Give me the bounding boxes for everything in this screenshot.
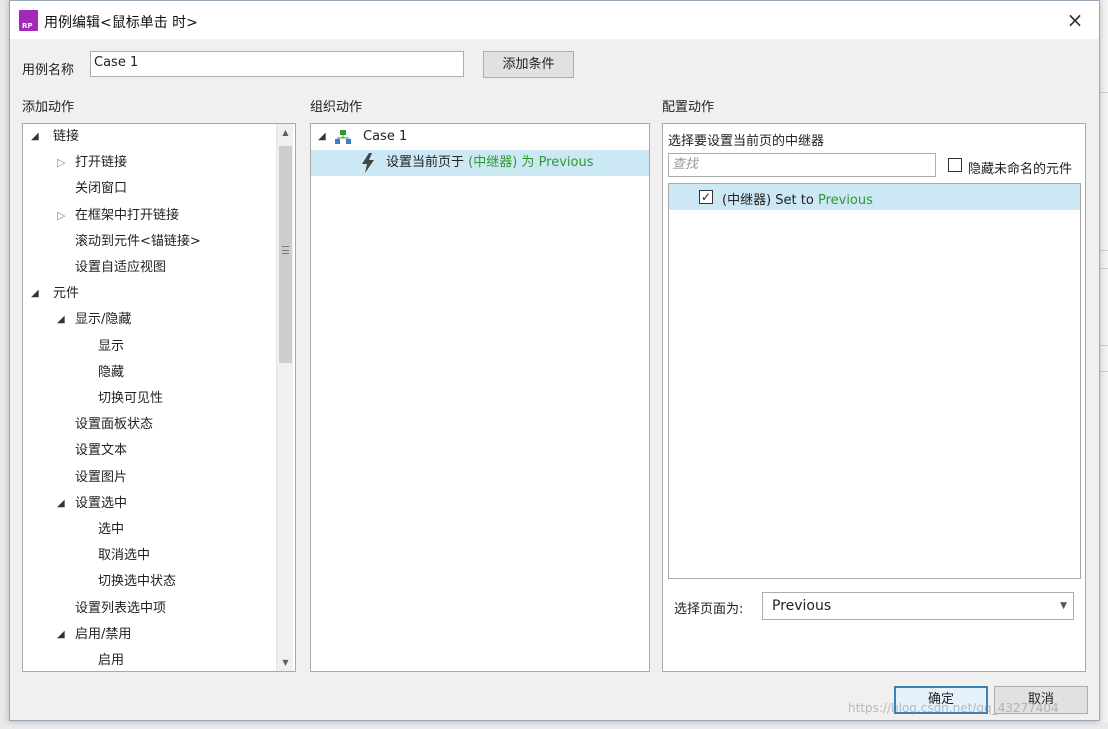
tree-item[interactable]: 启用 (23, 648, 276, 671)
select-page-label: 选择页面为: (674, 602, 744, 617)
repeater-row-value: Previous (817, 193, 873, 208)
scroll-up-arrow-icon[interactable]: ▲ (277, 124, 294, 141)
chevron-down-icon[interactable]: ▼ (1060, 593, 1067, 619)
tree-item-label: 隐藏 (98, 364, 125, 380)
tree-item[interactable]: 滚动到元件<锚链接> (23, 229, 276, 255)
organize-actions-tree[interactable]: ◢ Case 1 设置当前页于 (中继器) 为 Previous (310, 123, 650, 672)
repeater-row-text: (中继器) Set to Previous (722, 189, 873, 208)
check-icon[interactable]: ✓ (699, 190, 713, 204)
app-icon-text: RP (22, 22, 33, 30)
tree-item[interactable]: ◢ 启用/禁用 (23, 622, 276, 648)
expand-open-icon[interactable]: ◢ (57, 491, 65, 517)
case-label: Case 1 (363, 129, 408, 144)
expand-open-icon[interactable]: ◢ (57, 622, 65, 648)
tree-item[interactable]: 选中 (23, 517, 276, 543)
expand-open-icon[interactable]: ◢ (318, 124, 326, 150)
case-node[interactable]: ◢ Case 1 (311, 124, 649, 150)
tree-item[interactable]: 切换可见性 (23, 386, 276, 412)
tree-item[interactable]: 设置面板状态 (23, 412, 276, 438)
select-page-value: Previous (772, 598, 832, 614)
tree-item[interactable]: 切换选中状态 (23, 569, 276, 595)
expand-closed-icon[interactable]: ▷ (57, 203, 65, 229)
case-name-input[interactable]: Case 1 (90, 51, 464, 77)
window-title: 用例编辑<鼠标单击 时> (44, 15, 198, 31)
tree-item[interactable]: ◢ 显示/隐藏 (23, 307, 276, 333)
tree-item[interactable]: 设置列表选中项 (23, 596, 276, 622)
tree-scrollbar[interactable]: ▲ ▼ (276, 124, 293, 671)
background-bottom-strip (0, 722, 1108, 729)
action-prefix: 设置当前页于 (386, 155, 469, 170)
repeater-row-prefix: (中继器) Set to (722, 193, 818, 208)
organize-actions-header: 组织动作 (310, 100, 363, 115)
lightning-icon (362, 153, 374, 173)
close-icon[interactable]: × (1065, 10, 1085, 30)
grip-icon (282, 246, 289, 254)
tree-item[interactable]: 隐藏 (23, 360, 276, 386)
configure-action-panel: 选择要设置当前页的中继器 查找 隐藏未命名的元件 ✓ (中继器) Set to … (662, 123, 1086, 672)
tree-item-label: 取消选中 (98, 548, 151, 564)
tree-item-label: 启用 (98, 653, 125, 668)
scroll-thumb[interactable] (279, 146, 292, 363)
action-middle: 为 (517, 155, 539, 170)
tree-item-label: 设置自适应视图 (75, 260, 167, 275)
hide-unnamed-label: 隐藏未命名的元件 (968, 162, 1073, 177)
tree-item-label: 显示 (98, 338, 125, 354)
repeater-list: ✓ (中继器) Set to Previous (668, 183, 1081, 579)
tree-item-label: 启用/禁用 (75, 626, 132, 642)
case-tree-icon (335, 130, 351, 144)
tree-item[interactable]: 设置图片 (23, 465, 276, 491)
tree-item-label: 设置面板状态 (75, 417, 154, 433)
tree-item-label: 切换可见性 (98, 391, 164, 406)
tree-item-label: 设置文本 (75, 443, 128, 459)
action-target: (中继器) (468, 155, 518, 170)
search-input[interactable]: 查找 (668, 153, 936, 177)
tree-item-label: 设置列表选中项 (75, 600, 167, 616)
expand-open-icon[interactable]: ◢ (57, 307, 65, 333)
add-actions-header: 添加动作 (22, 100, 75, 115)
tree-item-label: 选中 (98, 522, 125, 537)
repeater-row[interactable]: ✓ (中继器) Set to Previous (669, 184, 1080, 210)
tree-item[interactable]: 取消选中 (23, 543, 276, 569)
tree-item[interactable]: 设置文本 (23, 438, 276, 464)
configure-subheader: 选择要设置当前页的中继器 (668, 134, 825, 149)
axure-rp-icon: RP (19, 10, 38, 31)
tree-item-label: 关闭窗口 (75, 181, 128, 197)
add-actions-tree[interactable]: ◢ 链接 ▷ 打开链接关闭窗口 ▷ 在框架中打开链接滚动到元件<锚链接> 设置自适应视图 ◢ 元… (22, 123, 296, 672)
tree-item-label: 切换选中状态 (98, 574, 177, 590)
select-page-dropdown[interactable]: Previous ▼ (762, 592, 1074, 620)
watermark: https://blog.csdn.net/qq_43277404 (848, 701, 1059, 715)
hide-unnamed-checkbox[interactable] (948, 158, 962, 172)
tree-item[interactable]: ◢ 元件 (23, 281, 276, 307)
tree-item[interactable]: ◢ 链接 (23, 124, 276, 150)
action-text: 设置当前页于 (中继器) 为 Previous (386, 150, 594, 176)
tree-item[interactable]: ◢ 设置选中 (23, 491, 276, 517)
title-bar: RP 用例编辑<鼠标单击 时> × (10, 1, 1099, 39)
tree-item[interactable]: 关闭窗口 (23, 176, 276, 202)
tree-item-label: 显示/隐藏 (75, 312, 132, 328)
tree-item[interactable]: ▷ 在框架中打开链接 (23, 203, 276, 229)
action-value: Previous (538, 155, 594, 170)
expand-open-icon[interactable]: ◢ (31, 124, 39, 150)
tree-item-label: 设置选中 (75, 495, 128, 511)
case-editor-dialog: RP 用例编辑<鼠标单击 时> × 用例名称 Case 1 添加条件 添加动作 … (9, 0, 1100, 721)
tree-item-label: 设置图片 (75, 469, 128, 485)
tree-item-label: 元件 (53, 286, 80, 302)
tree-item[interactable]: ▷ 打开链接 (23, 150, 276, 176)
tree-item-label: 滚动到元件<锚链接> (75, 233, 201, 249)
tree-item[interactable]: 显示 (23, 334, 276, 360)
tree-item[interactable]: 设置自适应视图 (23, 255, 276, 281)
case-name-label: 用例名称 (22, 63, 75, 78)
add-condition-button[interactable]: 添加条件 (483, 51, 574, 78)
tree-item-label: 打开链接 (75, 155, 128, 171)
scroll-down-arrow-icon[interactable]: ▼ (277, 654, 294, 671)
configure-action-header: 配置动作 (662, 100, 715, 115)
expand-open-icon[interactable]: ◢ (31, 281, 39, 307)
action-node[interactable]: 设置当前页于 (中继器) 为 Previous (311, 150, 649, 176)
expand-closed-icon[interactable]: ▷ (57, 150, 65, 176)
tree-item-label: 链接 (53, 129, 80, 144)
tree-item-label: 在框架中打开链接 (75, 207, 180, 223)
